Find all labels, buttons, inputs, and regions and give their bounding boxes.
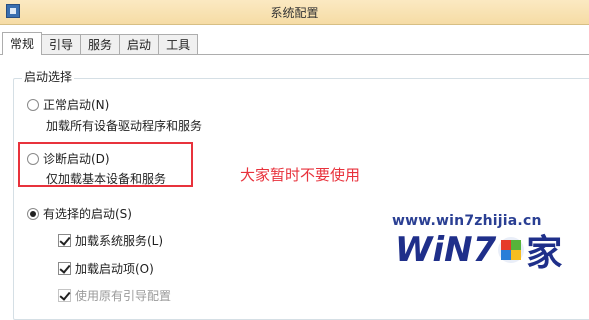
- load-startup-items-label: 加载启动项(O): [75, 262, 154, 276]
- load-system-services-check[interactable]: [58, 234, 71, 247]
- annotation-text: 大家暂时不要使用: [240, 166, 361, 184]
- watermark-logo-char: 家: [526, 233, 563, 274]
- tab-tools[interactable]: 工具: [158, 34, 199, 54]
- load-system-services-label: 加载系统服务(L): [75, 234, 164, 248]
- selective-startup-radio-circle[interactable]: [27, 207, 39, 220]
- tab-general[interactable]: 常规: [2, 32, 43, 55]
- title-bar: 系统配置: [0, 0, 589, 25]
- highlight-box: [18, 142, 193, 187]
- tab-startup[interactable]: 启动: [119, 34, 160, 54]
- normal-startup-radio[interactable]: 正常启动(N): [27, 96, 109, 113]
- tab-services[interactable]: 服务: [80, 34, 121, 54]
- tab-strip: 常规 引导 服务 启动 工具: [2, 32, 199, 55]
- use-original-boot-config-label: 使用原有引导配置: [75, 289, 172, 303]
- normal-startup-radio-circle[interactable]: [27, 98, 39, 111]
- startup-selection-group: [13, 78, 589, 320]
- normal-startup-label: 正常启动(N): [43, 98, 110, 112]
- window-title: 系统配置: [270, 6, 319, 20]
- windows-flag-icon: [498, 237, 525, 263]
- selective-startup-radio[interactable]: 有选择的启动(S): [27, 205, 132, 222]
- use-original-boot-config-checkbox: 使用原有引导配置: [58, 287, 171, 304]
- watermark-logo-text: WiN7: [395, 230, 497, 270]
- use-original-boot-config-check: [58, 289, 71, 302]
- watermark-logo: WiN7 家: [395, 230, 562, 274]
- selective-startup-label: 有选择的启动(S): [43, 207, 132, 221]
- load-system-services-checkbox[interactable]: 加载系统服务(L): [58, 232, 163, 249]
- startup-selection-title: 启动选择: [22, 68, 75, 85]
- tab-boot[interactable]: 引导: [41, 34, 82, 54]
- load-startup-items-check[interactable]: [58, 262, 71, 275]
- load-startup-items-checkbox[interactable]: 加载启动项(O): [58, 260, 154, 277]
- watermark-url: www.win7zhijia.cn: [392, 213, 542, 229]
- normal-startup-description: 加载所有设备驱动程序和服务: [46, 119, 203, 133]
